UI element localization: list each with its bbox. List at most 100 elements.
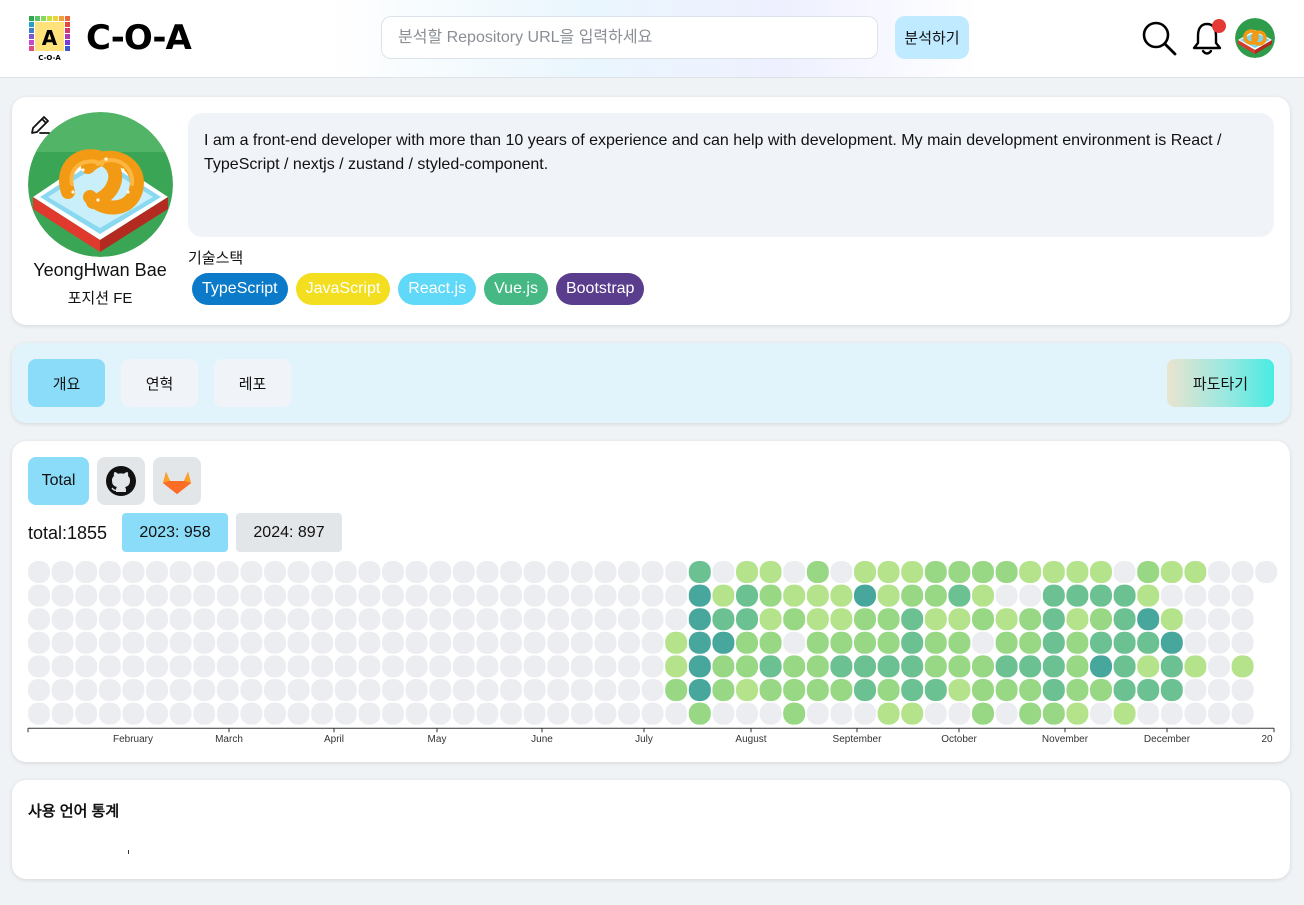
- contribution-day: [311, 584, 334, 607]
- contribution-day: [1042, 561, 1065, 583]
- contribution-day: [1019, 655, 1042, 678]
- source-github-button[interactable]: [97, 457, 145, 505]
- contribution-day: [358, 655, 381, 678]
- contribution-day: [995, 631, 1018, 654]
- contribution-day: [547, 679, 570, 701]
- contribution-day: [877, 679, 900, 701]
- source-total-button[interactable]: Total: [28, 457, 89, 505]
- contribution-day: [216, 584, 239, 607]
- contribution-day: [688, 702, 711, 725]
- contribution-day: [264, 679, 286, 701]
- contribution-day: [311, 608, 334, 631]
- contribution-day: [523, 702, 546, 725]
- contribution-day: [51, 584, 74, 607]
- contribution-day: [924, 702, 947, 725]
- contribution-day: [358, 679, 381, 701]
- contribution-day: [452, 679, 475, 701]
- logo-mark-icon: A C-O-A: [26, 13, 76, 63]
- contribution-day: [688, 584, 711, 607]
- contribution-day: [1208, 679, 1230, 701]
- contribution-day: [311, 631, 334, 654]
- analyze-button[interactable]: 분석하기: [895, 16, 969, 59]
- contribution-day: [216, 702, 239, 725]
- contribution-day: [264, 584, 286, 607]
- search-icon[interactable]: [1141, 20, 1177, 61]
- contribution-day: [382, 655, 404, 678]
- contribution-day: [948, 679, 971, 701]
- contribution-day: [28, 655, 50, 678]
- contribution-day: [382, 584, 404, 607]
- bell-icon[interactable]: [1190, 18, 1228, 63]
- contribution-day: [783, 631, 806, 654]
- contribution-day: [688, 631, 711, 654]
- contribution-day: [736, 655, 758, 678]
- repository-url-input[interactable]: [381, 16, 878, 59]
- contribution-day: [854, 561, 876, 583]
- contribution-day: [877, 655, 900, 678]
- contribution-day: [287, 631, 310, 654]
- user-avatar[interactable]: [1235, 18, 1275, 58]
- edit-profile-icon[interactable]: [29, 114, 51, 141]
- surf-button[interactable]: 파도타기: [1167, 359, 1274, 407]
- contribution-day: [216, 561, 239, 583]
- contribution-day: [1066, 679, 1089, 701]
- contribution-day: [901, 584, 924, 607]
- logo[interactable]: A C-O-A C-O-A: [26, 13, 192, 63]
- contribution-day: [452, 631, 475, 654]
- contribution-day: [1113, 702, 1136, 725]
- tab-history[interactable]: 연혁: [121, 359, 198, 407]
- contribution-day: [1184, 608, 1207, 631]
- contribution-day: [1113, 561, 1136, 583]
- contribution-day: [169, 631, 192, 654]
- logo-text: C-O-A: [86, 18, 192, 58]
- contribution-day: [736, 584, 758, 607]
- contribution-day: [594, 655, 617, 678]
- contribution-day: [618, 679, 640, 701]
- contribution-day: [193, 702, 216, 725]
- contribution-day: [405, 679, 428, 701]
- contribution-day: [1137, 608, 1160, 631]
- contribution-day: [523, 679, 546, 701]
- contribution-day: [240, 561, 263, 583]
- contribution-day: [75, 655, 98, 678]
- contribution-day: [618, 608, 640, 631]
- contribution-day: [783, 655, 806, 678]
- contribution-day: [618, 655, 640, 678]
- contribution-day: [736, 608, 758, 631]
- contribution-day: [712, 679, 735, 701]
- contribution-day: [1066, 631, 1089, 654]
- contribution-day: [405, 584, 428, 607]
- contribution-day: [28, 679, 50, 701]
- tab-overview[interactable]: 개요: [28, 359, 105, 407]
- month-label: September: [833, 734, 883, 745]
- contribution-day: [122, 679, 145, 701]
- stack-chip-vue: Vue.js: [484, 273, 548, 305]
- source-gitlab-button[interactable]: [153, 457, 201, 505]
- contribution-day: [901, 679, 924, 701]
- contribution-day: [594, 702, 617, 725]
- contribution-day: [405, 702, 428, 725]
- tab-repos[interactable]: 레포: [214, 359, 291, 407]
- contribution-day: [1042, 679, 1065, 701]
- month-label: March: [215, 734, 243, 745]
- contribution-day: [193, 561, 216, 583]
- contribution-day: [1019, 608, 1042, 631]
- contribution-day: [830, 631, 853, 654]
- contribution-day: [240, 679, 263, 701]
- year-2024-button[interactable]: 2024: 897: [236, 513, 342, 552]
- contribution-day: [665, 608, 688, 631]
- profile-position: 포지션 FE: [67, 290, 133, 307]
- contribution-day: [193, 584, 216, 607]
- contribution-day: [122, 631, 145, 654]
- contribution-day: [28, 561, 50, 583]
- contribution-day: [736, 679, 758, 701]
- contribution-day: [972, 608, 994, 631]
- contribution-day: [1137, 702, 1160, 725]
- contribution-day: [287, 584, 310, 607]
- contribution-day: [995, 679, 1018, 701]
- contribution-day: [1184, 631, 1207, 654]
- contribution-day: [287, 608, 310, 631]
- contribution-day: [1208, 584, 1230, 607]
- contribution-day: [1160, 679, 1183, 701]
- year-2023-button[interactable]: 2023: 958: [122, 513, 228, 552]
